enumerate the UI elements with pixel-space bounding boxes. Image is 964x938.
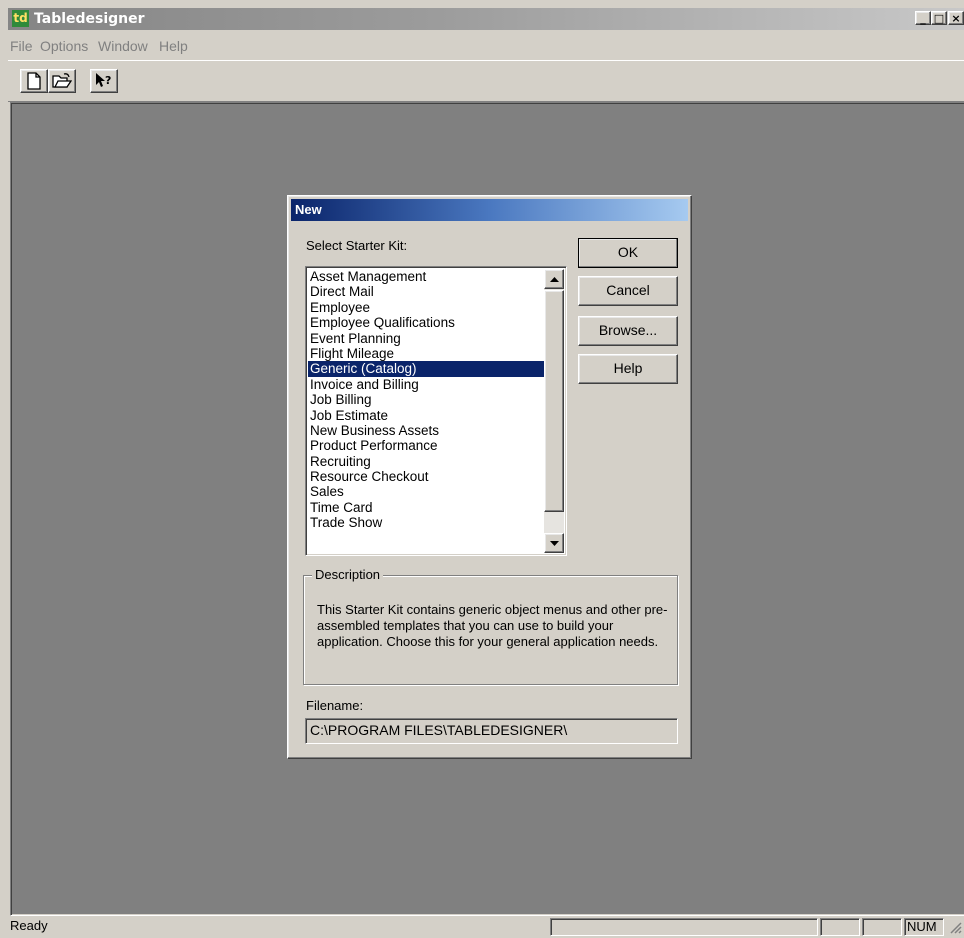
- cancel-button[interactable]: Cancel: [578, 276, 678, 306]
- svg-text:?: ?: [105, 74, 111, 87]
- new-dialog: New Select Starter Kit: Asset Management…: [287, 195, 692, 759]
- description-label: Description: [312, 567, 384, 582]
- list-scrollbar[interactable]: [544, 269, 564, 553]
- close-button[interactable]: ×: [948, 11, 964, 25]
- starter-kit-item[interactable]: Job Estimate: [308, 408, 544, 423]
- description-group: Description This Starter Kit contains ge…: [303, 567, 678, 685]
- starter-kit-item[interactable]: Generic (Catalog): [308, 361, 544, 377]
- filename-field[interactable]: C:\PROGRAM FILES\TABLEDESIGNER\: [305, 718, 678, 744]
- status-panel: [550, 918, 818, 936]
- starter-kit-item[interactable]: Sales: [308, 484, 544, 499]
- starter-kit-item[interactable]: Product Performance: [308, 438, 544, 453]
- minimize-button[interactable]: _: [915, 11, 931, 25]
- scroll-thumb[interactable]: [544, 290, 564, 512]
- starter-kit-item[interactable]: Employee Qualifications: [308, 315, 544, 330]
- status-bar: Ready NUM: [8, 916, 964, 938]
- starter-kit-item[interactable]: Job Billing: [308, 392, 544, 407]
- context-help-button[interactable]: ?: [90, 69, 118, 93]
- maximize-button[interactable]: □: [931, 11, 947, 25]
- arrow-down-icon: [549, 540, 559, 546]
- starter-kit-item[interactable]: Asset Management: [308, 269, 544, 284]
- select-starter-kit-label: Select Starter Kit:: [306, 238, 408, 253]
- starter-kit-item[interactable]: New Business Assets: [308, 423, 544, 438]
- starter-kit-item[interactable]: Direct Mail: [308, 284, 544, 299]
- filename-label: Filename:: [306, 698, 364, 713]
- open-button[interactable]: [48, 69, 76, 93]
- open-folder-icon: [52, 73, 72, 88]
- starter-kit-items: Asset Management Direct Mail Employee Emplo…: [308, 269, 544, 531]
- dialog-title: New: [291, 199, 688, 221]
- size-grip-icon[interactable]: [948, 920, 962, 934]
- menu-file[interactable]: File: [10, 38, 33, 54]
- new-document-icon: [27, 72, 41, 90]
- menu-bar: File Options Window Help: [8, 32, 964, 58]
- scroll-down-button[interactable]: [544, 533, 564, 553]
- context-help-icon: ?: [96, 73, 111, 87]
- starter-kit-list[interactable]: Asset Management Direct Mail Employee Emplo…: [305, 266, 567, 556]
- starter-kit-item[interactable]: Event Planning: [308, 331, 544, 346]
- starter-kit-item[interactable]: Employee: [308, 300, 544, 315]
- description-text: This Starter Kit contains generic object…: [317, 602, 668, 649]
- status-panel-ovr: [862, 918, 902, 936]
- scroll-up-button[interactable]: [544, 269, 564, 289]
- starter-kit-item[interactable]: Invoice and Billing: [308, 377, 544, 392]
- menu-window[interactable]: Window: [98, 38, 148, 54]
- starter-kit-item[interactable]: Recruiting: [308, 454, 544, 469]
- new-document-button[interactable]: [20, 69, 48, 93]
- starter-kit-item[interactable]: Flight Mileage: [308, 346, 544, 361]
- app-title: Tabledesigner: [34, 11, 145, 27]
- help-button[interactable]: Help: [578, 354, 678, 384]
- starter-kit-item[interactable]: Time Card: [308, 500, 544, 515]
- menu-options[interactable]: Options: [40, 38, 88, 54]
- app-title-bar: td Tabledesigner _ □ ×: [8, 8, 964, 30]
- starter-kit-item[interactable]: Trade Show: [308, 515, 544, 530]
- starter-kit-item[interactable]: Resource Checkout: [308, 469, 544, 484]
- status-text: Ready: [10, 918, 48, 933]
- status-panel-caps: [820, 918, 860, 936]
- toolbar: ?: [8, 60, 964, 102]
- app-logo-icon: td: [12, 10, 29, 27]
- menu-help[interactable]: Help: [159, 38, 188, 54]
- ok-button[interactable]: OK: [578, 238, 678, 268]
- num-lock-indicator: NUM: [904, 918, 944, 936]
- browse-button[interactable]: Browse...: [578, 316, 678, 346]
- arrow-up-icon: [549, 276, 559, 282]
